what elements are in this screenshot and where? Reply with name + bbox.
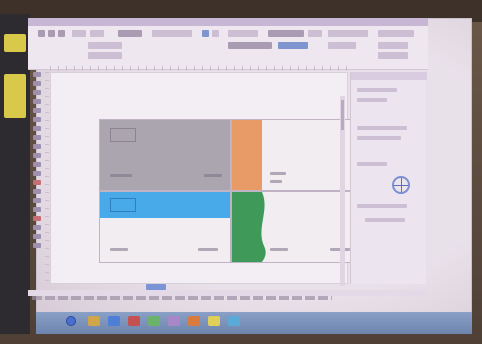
panel-header bbox=[351, 72, 427, 80]
card-accent-orange bbox=[232, 120, 262, 190]
side-board bbox=[0, 14, 30, 334]
contact-lines bbox=[204, 174, 222, 177]
undo-button[interactable] bbox=[72, 30, 86, 37]
ellipse-icon[interactable] bbox=[33, 135, 41, 140]
contact-lines bbox=[198, 248, 218, 251]
toolbox bbox=[30, 72, 44, 282]
address-lines bbox=[110, 248, 128, 251]
vertical-ruler bbox=[45, 72, 49, 284]
group-icon[interactable] bbox=[212, 30, 219, 37]
address-lines bbox=[110, 174, 132, 177]
contact-lines bbox=[270, 180, 282, 183]
panel-option[interactable] bbox=[365, 218, 405, 222]
checkbox-option[interactable] bbox=[378, 30, 414, 37]
taskbar-clock bbox=[428, 316, 454, 324]
scroll-thumb[interactable] bbox=[341, 100, 344, 130]
taskbar-app-icon[interactable] bbox=[128, 316, 140, 326]
connector-icon[interactable] bbox=[33, 180, 41, 185]
status-text bbox=[32, 296, 332, 300]
node-icon[interactable] bbox=[33, 81, 41, 86]
taskbar-app-icon[interactable] bbox=[148, 316, 160, 326]
panel-option[interactable] bbox=[357, 126, 407, 130]
outline-icon[interactable] bbox=[33, 216, 41, 221]
polygon-icon[interactable] bbox=[33, 144, 41, 149]
panel-option[interactable] bbox=[357, 98, 387, 102]
window-titlebar bbox=[28, 18, 428, 26]
interactive-fill-icon[interactable] bbox=[33, 234, 41, 239]
fill-icon[interactable] bbox=[33, 225, 41, 230]
taskbar-app-icon[interactable] bbox=[208, 316, 220, 326]
font-size-select[interactable] bbox=[308, 30, 322, 37]
style-combo[interactable] bbox=[228, 42, 272, 49]
font-name-select[interactable] bbox=[268, 30, 304, 37]
panel-option[interactable] bbox=[357, 162, 387, 166]
transparency-icon[interactable] bbox=[33, 198, 41, 203]
address-lines bbox=[270, 248, 288, 251]
panel-option[interactable] bbox=[357, 88, 397, 92]
yellow-sticker bbox=[4, 74, 26, 118]
taskbar-app-icon[interactable] bbox=[88, 316, 100, 326]
align-icon[interactable] bbox=[202, 30, 209, 37]
taskbar-app-icon[interactable] bbox=[168, 316, 180, 326]
card-accent-green bbox=[232, 192, 266, 262]
save-icon[interactable] bbox=[58, 30, 65, 37]
select-icon[interactable] bbox=[33, 72, 41, 77]
grid-option[interactable] bbox=[88, 52, 122, 59]
shadow-icon[interactable] bbox=[33, 189, 41, 194]
panel-option[interactable] bbox=[357, 204, 407, 208]
crop-icon[interactable] bbox=[33, 90, 41, 95]
toolbar-group[interactable] bbox=[152, 30, 192, 37]
rotation-dial[interactable] bbox=[392, 176, 410, 194]
toolbar-group[interactable] bbox=[328, 42, 356, 49]
taskbar bbox=[36, 312, 472, 334]
taskbar-app-icon[interactable] bbox=[188, 316, 200, 326]
redo-button[interactable] bbox=[90, 30, 104, 37]
yellow-sticker bbox=[4, 34, 26, 52]
table-icon[interactable] bbox=[33, 162, 41, 167]
drawing-canvas[interactable] bbox=[50, 72, 363, 284]
taskbar-app-icon[interactable] bbox=[228, 316, 240, 326]
card-logo bbox=[110, 128, 136, 142]
dimension-icon[interactable] bbox=[33, 171, 41, 176]
snap-option[interactable] bbox=[88, 42, 122, 49]
properties-panel bbox=[350, 72, 427, 284]
business-card[interactable] bbox=[99, 191, 231, 263]
business-card[interactable] bbox=[99, 119, 231, 191]
ribbon-toolbar bbox=[28, 26, 428, 70]
open-icon[interactable] bbox=[48, 30, 55, 37]
horizontal-ruler bbox=[50, 66, 348, 71]
vertical-scrollbar[interactable] bbox=[340, 96, 345, 286]
panel-option[interactable] bbox=[357, 136, 401, 140]
arrange-button[interactable] bbox=[228, 30, 258, 37]
text-icon[interactable] bbox=[33, 153, 41, 158]
rectangle-icon[interactable] bbox=[33, 126, 41, 131]
new-icon[interactable] bbox=[38, 30, 45, 37]
position-option[interactable] bbox=[378, 42, 408, 49]
card-logo bbox=[110, 198, 136, 212]
zoom-icon[interactable] bbox=[33, 99, 41, 104]
freehand-icon[interactable] bbox=[33, 108, 41, 113]
zoom-combo[interactable] bbox=[118, 30, 142, 37]
text-style-combo[interactable] bbox=[278, 42, 308, 49]
toolbar-group[interactable] bbox=[328, 30, 368, 37]
smart-fill-icon[interactable] bbox=[33, 117, 41, 122]
address-lines bbox=[270, 172, 286, 175]
mesh-icon[interactable] bbox=[33, 243, 41, 248]
eyedropper-icon[interactable] bbox=[33, 207, 41, 212]
taskbar-app-icon[interactable] bbox=[108, 316, 120, 326]
start-button[interactable] bbox=[66, 316, 76, 326]
size-option[interactable] bbox=[378, 52, 408, 59]
